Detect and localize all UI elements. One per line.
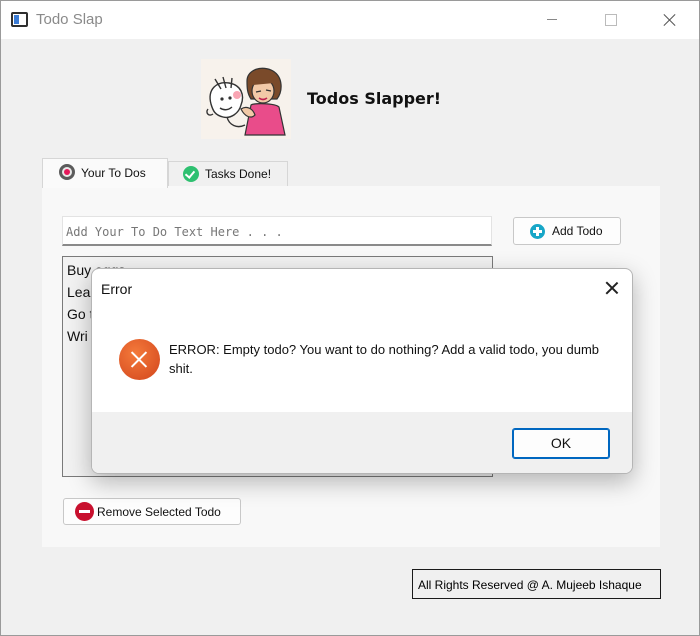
maximize-button[interactable] (587, 1, 633, 39)
logo-image (201, 59, 291, 139)
remove-circle-icon (75, 502, 94, 521)
minimize-button[interactable] (529, 1, 575, 39)
tab-tasks-done[interactable]: Tasks Done! (168, 161, 288, 186)
list-item[interactable]: Go t (67, 306, 93, 322)
remove-todo-button[interactable]: Remove Selected Todo (63, 498, 241, 525)
dialog-close-button[interactable] (598, 277, 626, 301)
tab-label: Tasks Done! (205, 167, 272, 181)
tab-label: Your To Dos (81, 166, 146, 180)
error-icon (119, 339, 160, 380)
button-label: Remove Selected Todo (97, 505, 221, 519)
record-icon (59, 164, 75, 180)
list-item[interactable]: Wri (67, 328, 88, 344)
title-bar[interactable]: Todo Slap (1, 1, 699, 39)
ok-button[interactable]: OK (512, 428, 610, 459)
close-window-button[interactable] (647, 1, 693, 39)
todo-input[interactable]: Add Your To Do Text Here . . . (62, 216, 492, 246)
copyright-footer: All Rights Reserved @ A. Mujeeb Ishaque (412, 569, 661, 599)
error-message: ERROR: Empty todo? You want to do nothin… (169, 342, 600, 376)
dialog-title: Error (101, 281, 133, 297)
error-dialog: Error ERROR: Empty todo? You want to do … (91, 268, 633, 474)
app-window-icon (11, 12, 28, 27)
page-title: Todos Slapper! (307, 89, 442, 108)
app-window: Todo Slap Todos Slapper! Your To Dos Tas… (0, 0, 700, 636)
check-circle-icon (183, 166, 199, 182)
dialog-footer: OK (92, 412, 632, 473)
list-item[interactable]: Lea (67, 284, 90, 300)
button-label: Add Todo (552, 224, 603, 238)
add-circle-icon (530, 224, 545, 239)
add-todo-button[interactable]: Add Todo (513, 217, 621, 245)
window-title: Todo Slap (36, 11, 103, 28)
tab-your-todos[interactable]: Your To Dos (42, 158, 168, 188)
